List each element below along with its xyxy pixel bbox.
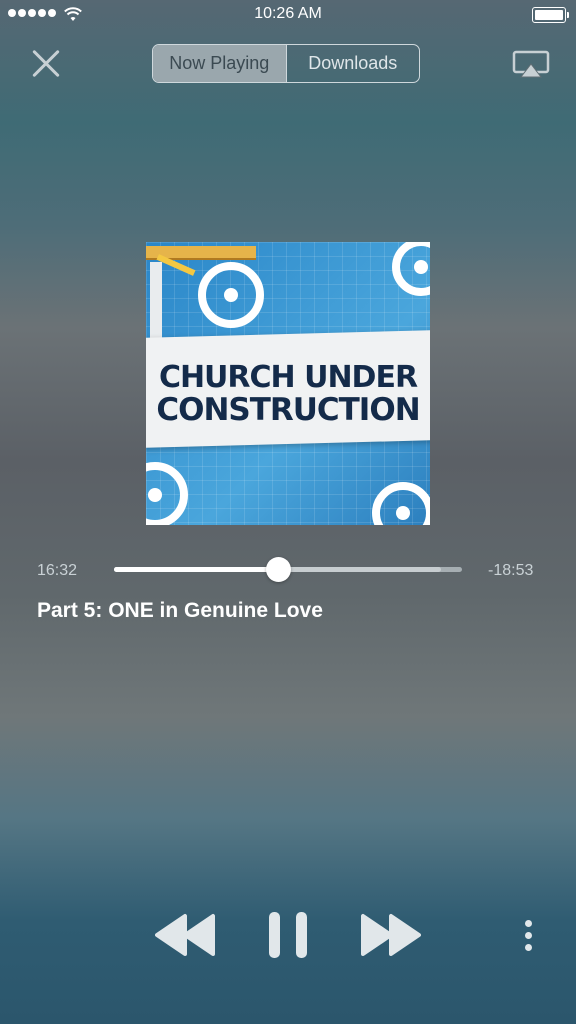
progress-fill — [114, 567, 278, 572]
progress-slider[interactable] — [114, 557, 462, 582]
remaining-time: -18:53 — [488, 562, 534, 579]
artwork-title-line2: CONSTRUCTION — [156, 392, 420, 428]
segmented-control: Now Playing Downloads — [152, 44, 420, 83]
status-bar: 10:26 AM — [0, 0, 576, 30]
slider-thumb[interactable] — [265, 557, 291, 582]
more-vertical-icon[interactable] — [523, 920, 533, 952]
battery-full-icon — [532, 7, 569, 23]
artwork-title-line1: CHURCH UNDER — [158, 360, 418, 395]
close-icon[interactable] — [30, 48, 62, 80]
tab-downloads[interactable]: Downloads — [285, 45, 420, 82]
album-artwork: CHURCH UNDER CONSTRUCTION — [146, 242, 430, 525]
airplay-icon[interactable] — [512, 50, 550, 80]
episode-title: Part 5: ONE in Genuine Love — [37, 599, 323, 622]
tab-now-playing[interactable]: Now Playing — [153, 45, 286, 82]
status-time: 10:26 AM — [254, 5, 322, 22]
elapsed-time: 16:32 — [37, 562, 78, 579]
pause-icon[interactable] — [268, 912, 308, 958]
gear-icon — [198, 262, 264, 328]
fast-forward-icon[interactable] — [359, 912, 421, 958]
rewind-icon[interactable] — [155, 912, 217, 958]
